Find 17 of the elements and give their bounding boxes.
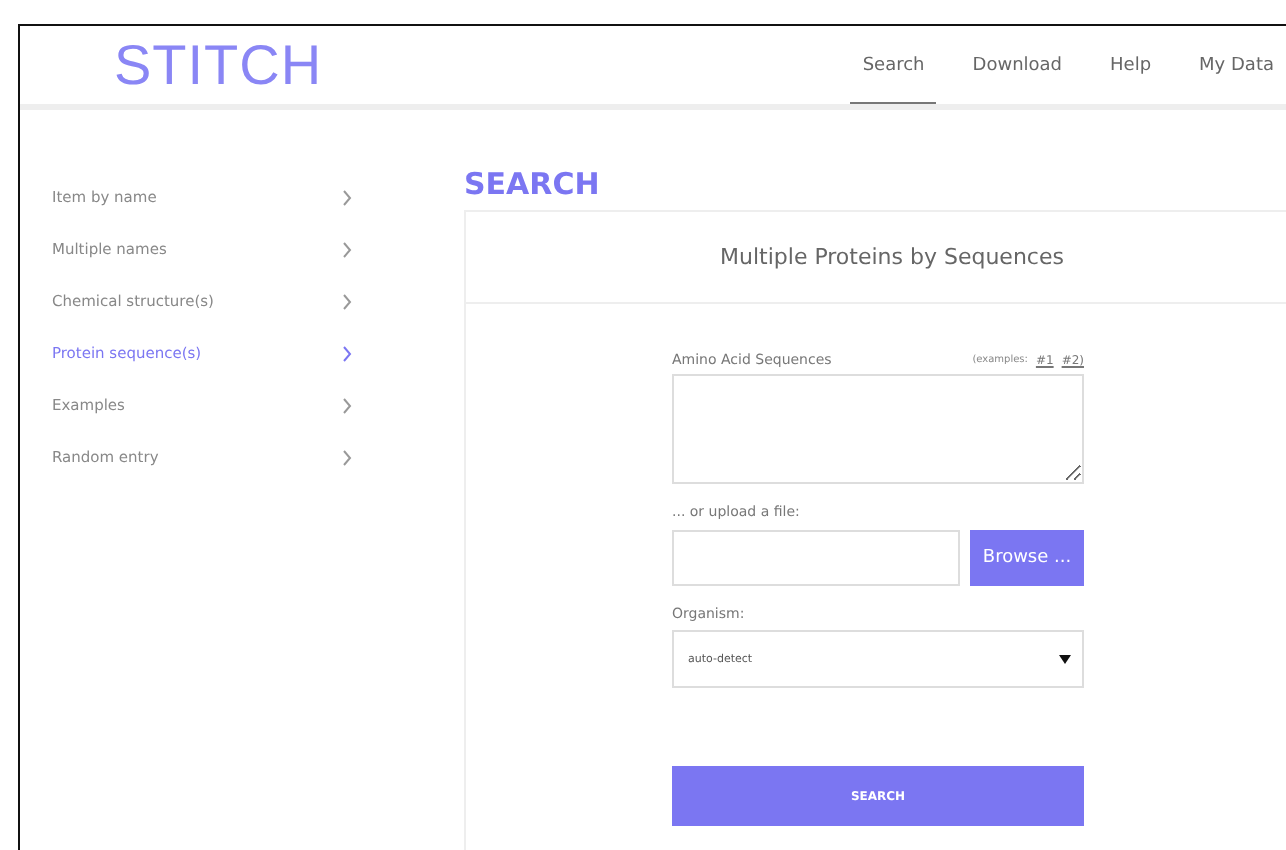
chevron-icon: [342, 189, 352, 205]
nav-link[interactable]: Download: [960, 30, 1075, 104]
nav-link[interactable]: Search: [850, 30, 937, 104]
chevron-icon: [342, 241, 352, 257]
nav-link[interactable]: My Data: [1187, 30, 1286, 104]
dropdown-icon: [1058, 652, 1072, 666]
chevron-icon: [342, 345, 352, 361]
chevron-icon: [342, 293, 352, 309]
file-field[interactable]: [672, 530, 960, 586]
sequence-input[interactable]: [672, 374, 1084, 484]
chevron-icon: [342, 449, 352, 465]
browse-button[interactable]: Browse ...: [970, 530, 1084, 586]
page-heading: SEARCH: [464, 166, 602, 202]
nav-link[interactable]: Help: [1098, 30, 1164, 104]
chevron-icon: [342, 397, 352, 413]
logo[interactable]: STITCH: [114, 33, 323, 97]
card-title: Multiple Proteins by Sequences: [466, 212, 1286, 304]
